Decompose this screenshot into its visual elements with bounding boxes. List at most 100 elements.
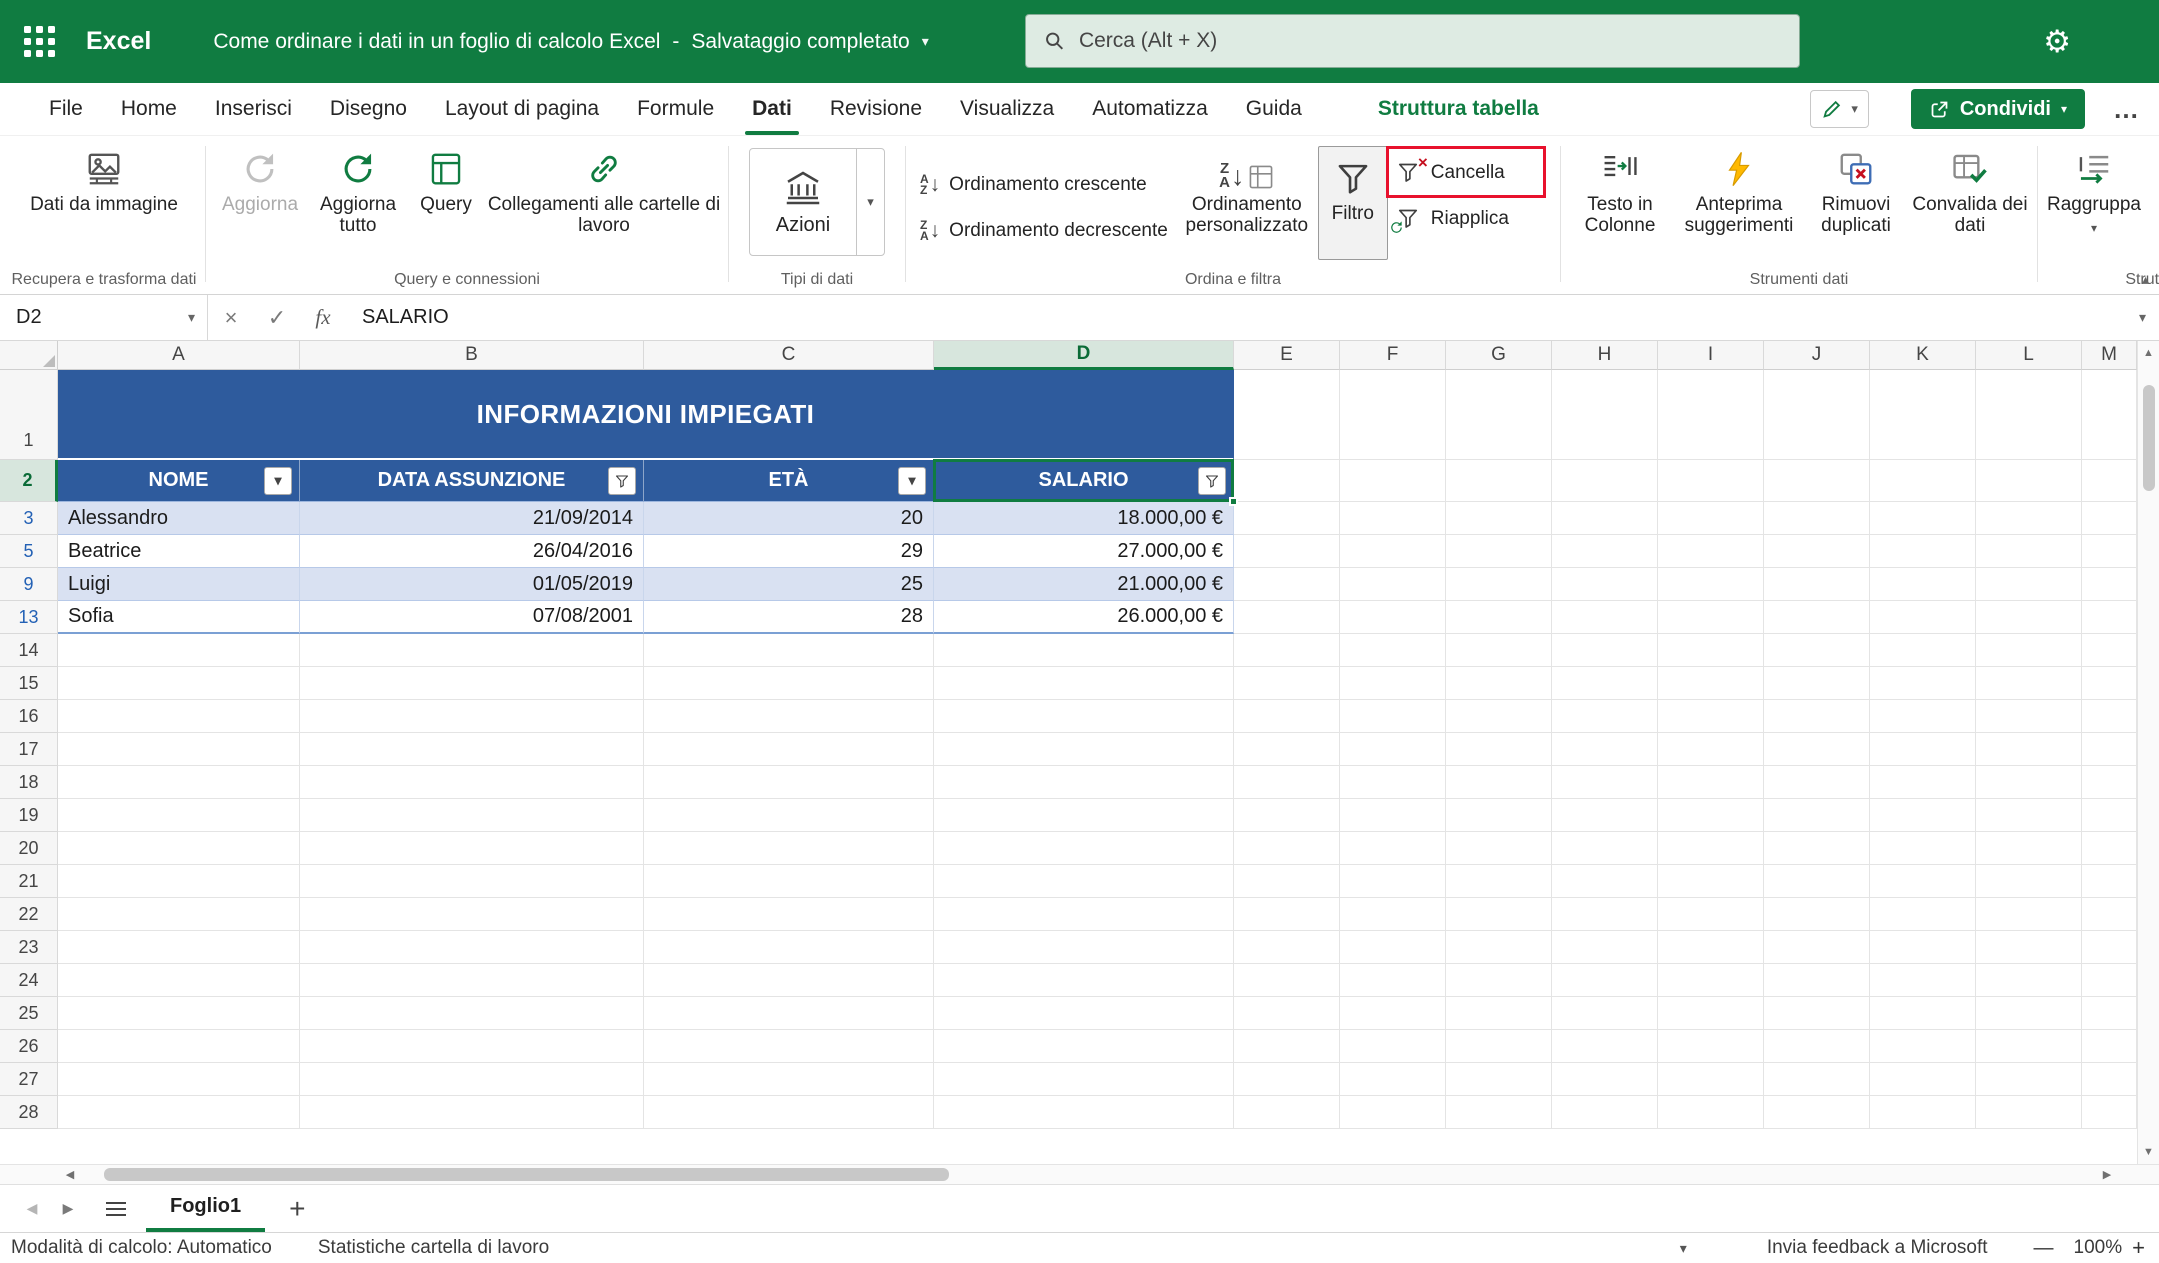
- rimuovi-duplicati-button[interactable]: Rimuovi duplicati: [1805, 142, 1907, 236]
- column-header-D[interactable]: D: [934, 341, 1234, 370]
- riapplica-button[interactable]: Riapplica: [1388, 200, 1558, 238]
- cell-M23[interactable]: [2082, 931, 2137, 964]
- cell-F15[interactable]: [1340, 667, 1446, 700]
- cell-F2[interactable]: [1340, 460, 1446, 502]
- cell-F18[interactable]: [1340, 766, 1446, 799]
- cell-F1[interactable]: [1340, 370, 1446, 460]
- collapse-ribbon-icon[interactable]: ▴: [2142, 271, 2149, 288]
- cell-L22[interactable]: [1976, 898, 2082, 931]
- cell-J22[interactable]: [1764, 898, 1870, 931]
- column-header-K[interactable]: K: [1870, 341, 1976, 370]
- cell-J21[interactable]: [1764, 865, 1870, 898]
- tab-home[interactable]: Home: [102, 83, 196, 135]
- cell-F9[interactable]: [1340, 568, 1446, 601]
- tab-formule[interactable]: Formule: [618, 83, 733, 135]
- cell-A18[interactable]: [58, 766, 300, 799]
- cell-D20[interactable]: [934, 832, 1234, 865]
- row-header-15[interactable]: 15: [0, 667, 58, 700]
- cell-D26[interactable]: [934, 1030, 1234, 1063]
- cell-G22[interactable]: [1446, 898, 1552, 931]
- column-header-C[interactable]: C: [644, 341, 934, 370]
- cell-I18[interactable]: [1658, 766, 1764, 799]
- cell-L25[interactable]: [1976, 997, 2082, 1030]
- cell-C25[interactable]: [644, 997, 934, 1030]
- cell-F27[interactable]: [1340, 1063, 1446, 1096]
- cell-J1[interactable]: [1764, 370, 1870, 460]
- cell-I21[interactable]: [1658, 865, 1764, 898]
- ordinamento-decrescente-button[interactable]: ZA↓ Ordinamento decrescente: [912, 212, 1176, 250]
- cell-J27[interactable]: [1764, 1063, 1870, 1096]
- cell-G13[interactable]: [1446, 601, 1552, 634]
- cell-J2[interactable]: [1764, 460, 1870, 502]
- cell-I25[interactable]: [1658, 997, 1764, 1030]
- cell-A24[interactable]: [58, 964, 300, 997]
- cell-K9[interactable]: [1870, 568, 1976, 601]
- cell-J23[interactable]: [1764, 931, 1870, 964]
- tab-revisione[interactable]: Revisione: [811, 83, 941, 135]
- cell-E24[interactable]: [1234, 964, 1340, 997]
- cell-E14[interactable]: [1234, 634, 1340, 667]
- cell-I15[interactable]: [1658, 667, 1764, 700]
- filter-dropdown-icon[interactable]: ▾: [264, 467, 292, 495]
- row-header-28[interactable]: 28: [0, 1096, 58, 1129]
- cell-M26[interactable]: [2082, 1030, 2137, 1063]
- column-header-I[interactable]: I: [1658, 341, 1764, 370]
- cell-E23[interactable]: [1234, 931, 1340, 964]
- row-header-16[interactable]: 16: [0, 700, 58, 733]
- cell-D24[interactable]: [934, 964, 1234, 997]
- cell-A23[interactable]: [58, 931, 300, 964]
- cell-H14[interactable]: [1552, 634, 1658, 667]
- previous-sheet-icon[interactable]: ◀: [14, 1200, 50, 1217]
- cell-H19[interactable]: [1552, 799, 1658, 832]
- column-header-L[interactable]: L: [1976, 341, 2082, 370]
- cell-H2[interactable]: [1552, 460, 1658, 502]
- cell-K15[interactable]: [1870, 667, 1976, 700]
- insert-function-icon[interactable]: fx: [300, 305, 346, 330]
- cell-I26[interactable]: [1658, 1030, 1764, 1063]
- cell-D14[interactable]: [934, 634, 1234, 667]
- cell-L1[interactable]: [1976, 370, 2082, 460]
- search-input[interactable]: [1079, 29, 1781, 53]
- azioni-chevron[interactable]: ▾: [856, 149, 884, 255]
- table-header-cell-data assunzione[interactable]: DATA ASSUNZIONE: [300, 460, 644, 502]
- cell-J17[interactable]: [1764, 733, 1870, 766]
- cell-B24[interactable]: [300, 964, 644, 997]
- cell-M3[interactable]: [2082, 502, 2137, 535]
- cell-K2[interactable]: [1870, 460, 1976, 502]
- cell-C28[interactable]: [644, 1096, 934, 1129]
- cell-M2[interactable]: [2082, 460, 2137, 502]
- table-header-cell-nome[interactable]: NOME▾: [58, 460, 300, 502]
- cell-G23[interactable]: [1446, 931, 1552, 964]
- cell-I20[interactable]: [1658, 832, 1764, 865]
- cell-E19[interactable]: [1234, 799, 1340, 832]
- cell-L18[interactable]: [1976, 766, 2082, 799]
- cell-E16[interactable]: [1234, 700, 1340, 733]
- cell-G28[interactable]: [1446, 1096, 1552, 1129]
- cell-C14[interactable]: [644, 634, 934, 667]
- cell-F23[interactable]: [1340, 931, 1446, 964]
- cell-J24[interactable]: [1764, 964, 1870, 997]
- cell-I17[interactable]: [1658, 733, 1764, 766]
- selection-fill-handle[interactable]: [1229, 497, 1238, 506]
- cell-L28[interactable]: [1976, 1096, 2082, 1129]
- cell-A15[interactable]: [58, 667, 300, 700]
- scroll-down-icon[interactable]: ▼: [2138, 1140, 2159, 1164]
- cell-L24[interactable]: [1976, 964, 2082, 997]
- cell-L26[interactable]: [1976, 1030, 2082, 1063]
- row-header-9[interactable]: 9: [0, 568, 58, 601]
- cancel-entry-icon[interactable]: ×: [208, 305, 254, 331]
- cell-K17[interactable]: [1870, 733, 1976, 766]
- cell-F22[interactable]: [1340, 898, 1446, 931]
- cell-K13[interactable]: [1870, 601, 1976, 634]
- cell-D9[interactable]: 21.000,00 €: [934, 568, 1234, 601]
- cell-C20[interactable]: [644, 832, 934, 865]
- table-title-cell[interactable]: INFORMAZIONI IMPIEGATI: [58, 370, 1234, 460]
- cell-K21[interactable]: [1870, 865, 1976, 898]
- filter-funnel-icon[interactable]: [1198, 467, 1226, 495]
- cell-D22[interactable]: [934, 898, 1234, 931]
- cell-I2[interactable]: [1658, 460, 1764, 502]
- cell-G18[interactable]: [1446, 766, 1552, 799]
- filter-funnel-icon[interactable]: [608, 467, 636, 495]
- cell-G25[interactable]: [1446, 997, 1552, 1030]
- cell-K24[interactable]: [1870, 964, 1976, 997]
